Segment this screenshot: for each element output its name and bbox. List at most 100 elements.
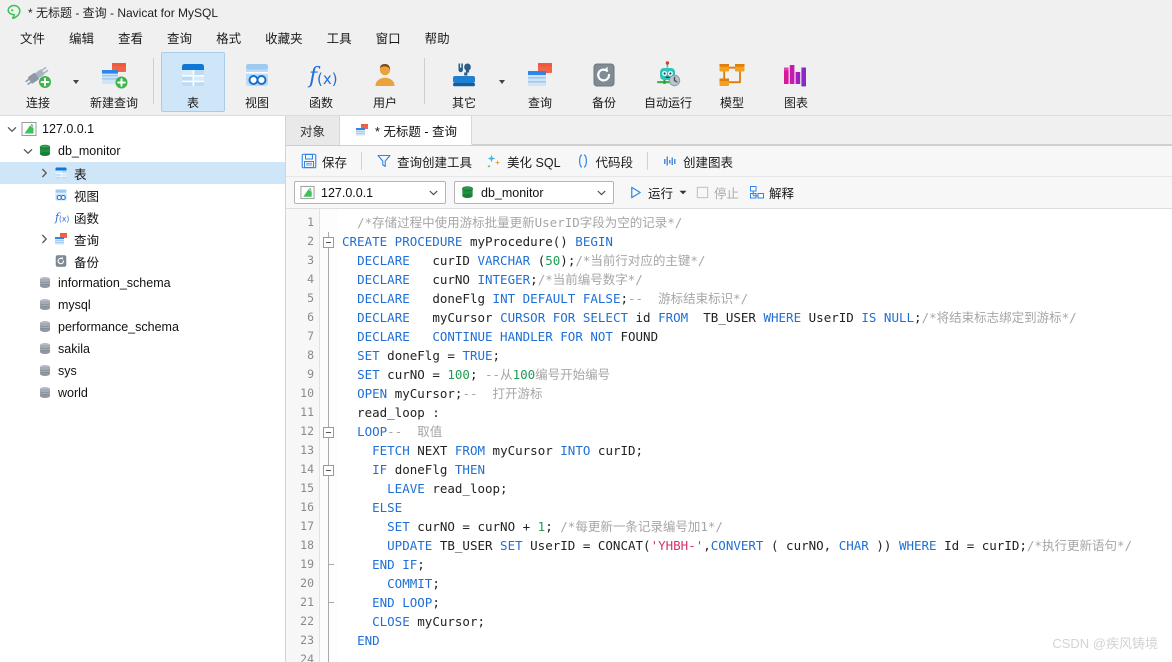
code-line[interactable]: CLOSE myCursor; (342, 612, 1172, 631)
menu-tools[interactable]: 工具 (317, 26, 362, 49)
toolbar-button-label: 备份 (591, 96, 616, 110)
tree-item-mysql[interactable]: mysql (0, 294, 285, 316)
code-line[interactable]: END LOOP; (342, 593, 1172, 612)
sql-editor[interactable]: 1234567891011121314151617181920212223242… (286, 209, 1172, 662)
object-tree-sidebar[interactable]: 127.0.0.1 db_monitor 表 视图 f (x) 函数 查询 备份… (0, 116, 286, 662)
fold-gutter[interactable] (320, 209, 338, 662)
toolbar-button-view[interactable]: 视图 (225, 52, 289, 112)
tree-item-world[interactable]: world (0, 382, 285, 404)
tree-item-备份[interactable]: 备份 (0, 250, 285, 272)
code-token: BEGIN (575, 234, 613, 249)
code-line[interactable]: SET curNO = curNO + 1; /*每更新一条记录编号加1*/ (342, 517, 1172, 536)
toolbar-button-chart[interactable]: 图表 (764, 52, 828, 112)
sql-code-area[interactable]: /*存储过程中使用游标批量更新UserID字段为空的记录*/ CREATE PRO… (338, 209, 1172, 662)
query-toolbar-beautify-sql[interactable]: 美化 SQL (479, 150, 568, 173)
query-toolbar-query-builder[interactable]: 查询创建工具 (369, 150, 479, 173)
toolbar-button-table[interactable]: 表 (161, 52, 225, 112)
menu-query[interactable]: 查询 (157, 26, 202, 49)
code-line[interactable]: read_loop : (342, 403, 1172, 422)
code-line[interactable]: LOOP-- 取值 (342, 422, 1172, 441)
code-line[interactable]: UPDATE TB_USER SET UserID = CONCAT('YHBH… (342, 536, 1172, 555)
fold-marker-box[interactable] (320, 232, 338, 251)
menu-edit[interactable]: 编辑 (59, 26, 104, 49)
code-line[interactable]: DECLARE curNO INTEGER;/*当前编号数字*/ (342, 270, 1172, 289)
code-token: curID (409, 253, 478, 268)
query-toolbar-code-snippet[interactable]: 代码段 (568, 150, 641, 173)
chevron-down-icon[interactable] (593, 190, 609, 196)
automation-icon (657, 61, 681, 87)
tree-item-sys[interactable]: sys (0, 360, 285, 382)
code-line[interactable]: DECLARE myCursor CURSOR FOR SELECT id FR… (342, 308, 1172, 327)
chevron-right-icon[interactable] (36, 168, 52, 178)
tree-item-information_schema[interactable]: information_schema (0, 272, 285, 294)
menu-file[interactable]: 文件 (10, 26, 55, 49)
run-button[interactable]: 运行 (624, 181, 691, 204)
chevron-down-icon[interactable] (20, 148, 36, 155)
code-line[interactable] (342, 650, 1172, 662)
code-token: read_loop; (424, 481, 508, 496)
toolbar-button-query[interactable]: 查询 (508, 52, 572, 112)
code-line[interactable]: ELSE (342, 498, 1172, 517)
code-token: myCursor (485, 443, 561, 458)
code-line[interactable]: CREATE PROCEDURE myProcedure() BEGIN (342, 232, 1172, 251)
toolbar-button-connection[interactable]: 连接 (6, 52, 70, 112)
code-line[interactable]: DECLARE doneFlg INT DEFAULT FALSE;-- 游标结… (342, 289, 1172, 308)
code-line[interactable]: /*存储过程中使用游标批量更新UserID字段为空的记录*/ (342, 213, 1172, 232)
run-caret-icon[interactable] (679, 190, 687, 195)
code-line[interactable]: DECLARE CONTINUE HANDLER FOR NOT FOUND (342, 327, 1172, 346)
line-number: 10 (300, 386, 314, 400)
explain-button[interactable]: 解释 (744, 181, 799, 204)
code-line[interactable]: END IF; (342, 555, 1172, 574)
connection-icon (25, 66, 51, 88)
tree-item-查询[interactable]: 查询 (0, 228, 285, 250)
toolbar-button-others[interactable]: 其它 (432, 52, 496, 112)
chevron-down-icon[interactable] (4, 126, 20, 133)
code-line[interactable]: OPEN myCursor;-- 打开游标 (342, 384, 1172, 403)
menu-view[interactable]: 查看 (108, 26, 153, 49)
toolbar-button-function[interactable]: f (x) 函数 (289, 52, 353, 112)
query-toolbar-save[interactable]: 保存 (294, 150, 354, 173)
code-line[interactable]: SET doneFlg = TRUE; (342, 346, 1172, 365)
tree-item-127.0.0.1[interactable]: 127.0.0.1 (0, 118, 285, 140)
code-token: DECLARE (357, 272, 410, 287)
code-line[interactable]: SET curNO = 100; --从100编号开始编号 (342, 365, 1172, 384)
code-line[interactable]: END (342, 631, 1172, 650)
toolbar-button-user[interactable]: 用户 (353, 52, 417, 112)
connection-select[interactable]: 127.0.0.1 (294, 181, 446, 204)
connection-host-icon (21, 122, 37, 136)
toolbar-button-model[interactable]: 模型 (700, 52, 764, 112)
code-line[interactable]: IF doneFlg THEN (342, 460, 1172, 479)
code-line[interactable]: DECLARE curID VARCHAR (50);/*当前行对应的主键*/ (342, 251, 1172, 270)
tree-item-视图[interactable]: 视图 (0, 184, 285, 206)
tree-item-performance_schema[interactable]: performance_schema (0, 316, 285, 338)
tree-item-函数[interactable]: f (x) 函数 (0, 206, 285, 228)
tab-query[interactable]: * 无标题 - 查询 (340, 116, 472, 145)
fold-marker-box[interactable] (320, 422, 338, 441)
tree-item-表[interactable]: 表 (0, 162, 285, 184)
fold-marker-box[interactable] (320, 460, 338, 479)
code-token: INT DEFAULT FALSE (492, 291, 621, 306)
toolbar-dropdown-caret-icon[interactable] (70, 52, 82, 112)
query-toolbar-create-chart[interactable]: 创建图表 (655, 150, 740, 173)
toolbar-dropdown-caret-icon[interactable] (496, 52, 508, 112)
toolbar-button-backup[interactable]: 备份 (572, 52, 636, 112)
tab-objects[interactable]: 对象 (286, 116, 341, 145)
menu-favorites[interactable]: 收藏夹 (255, 26, 313, 49)
svg-text:(x): (x) (59, 215, 69, 224)
chevron-right-icon[interactable] (36, 234, 52, 244)
menu-help[interactable]: 帮助 (415, 26, 460, 49)
toolbar-button-new-query[interactable]: 新建查询 (82, 52, 146, 112)
menu-format[interactable]: 格式 (206, 26, 251, 49)
code-line[interactable]: LEAVE read_loop; (342, 479, 1172, 498)
tree-item-db_monitor[interactable]: db_monitor (0, 140, 285, 162)
chevron-down-icon[interactable] (425, 190, 441, 196)
menu-window[interactable]: 窗口 (366, 26, 411, 49)
database-select[interactable]: db_monitor (454, 181, 614, 204)
tree-item-sakila[interactable]: sakila (0, 338, 285, 360)
view-icon (55, 189, 67, 201)
code-line[interactable]: FETCH NEXT FROM myCursor INTO curID; (342, 441, 1172, 460)
code-line[interactable]: COMMIT; (342, 574, 1172, 593)
toolbar-button-automation[interactable]: 自动运行 (636, 52, 700, 112)
database-grey-icon (39, 365, 51, 376)
